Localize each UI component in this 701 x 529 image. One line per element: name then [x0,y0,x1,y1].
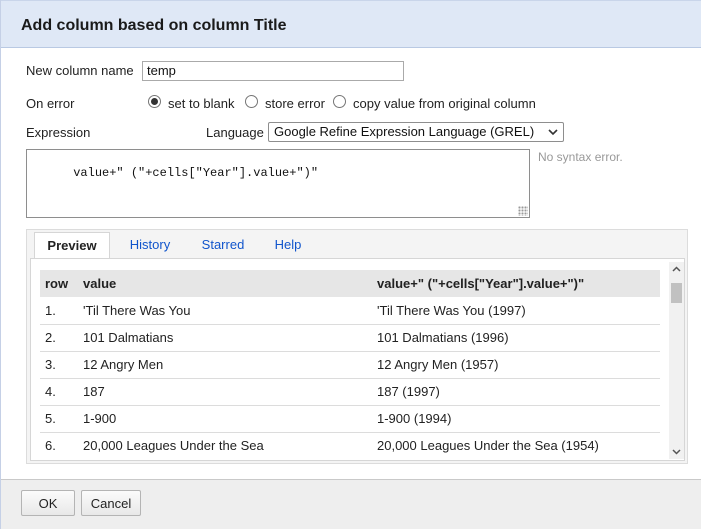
row-number: 5. [40,405,78,433]
row-number: 6. [40,432,78,459]
row-result: 'Til There Was You (1997) [372,297,660,325]
preview-table: row value value+" ("+cells["Year"].value… [40,270,660,459]
row-value: 101 Dalmatians [78,324,372,352]
cancel-button[interactable]: Cancel [81,490,141,516]
on-error-label: On error [26,96,75,111]
radio-copy-original-label[interactable]: copy value from original column [353,96,536,111]
preview-table-container: row value value+" ("+cells["Year"].value… [40,270,666,459]
row-number: 1. [40,297,78,325]
tab-history[interactable]: History [124,232,176,259]
dialog-footer: OK Cancel [1,479,701,529]
tab-starred[interactable]: Starred [197,232,249,259]
row-value: 12 Angry Men [78,351,372,379]
row-result: 187 (1997) [372,378,660,406]
row-result: 12 Angry Men (1957) [372,351,660,379]
radio-store-error[interactable] [245,95,258,108]
row-value: 'Til There Was You [78,297,372,325]
row-number: 3. [40,351,78,379]
preview-tab-content: row value value+" ("+cells["Year"].value… [30,258,685,461]
expression-text: value+" ("+cells["Year"].value+")" [73,166,319,180]
table-row: 6. 20,000 Leagues Under the Sea 20,000 L… [40,432,660,459]
language-label: Language [206,125,264,140]
column-header-value: value [78,270,372,297]
chevron-down-icon[interactable] [672,447,681,456]
scrollbar-thumb[interactable] [671,283,682,303]
dialog-header: Add column based on column Title [1,0,701,48]
radio-set-to-blank[interactable] [148,95,161,108]
radio-copy-original[interactable] [333,95,346,108]
expression-textarea[interactable]: value+" ("+cells["Year"].value+")" [26,149,530,218]
table-row: 2. 101 Dalmatians 101 Dalmatians (1996) [40,324,660,352]
row-result: 1-900 (1994) [372,405,660,433]
expression-label: Expression [26,125,91,140]
tab-preview[interactable]: Preview [34,232,110,259]
chevron-up-icon[interactable] [672,265,681,274]
row-result: 101 Dalmatians (1996) [372,324,660,352]
column-header-row: row [40,270,78,297]
radio-set-to-blank-label[interactable]: set to blank [168,96,235,111]
row-value: 1-900 [78,405,372,433]
language-select[interactable]: Google Refine Expression Language (GREL) [268,122,564,142]
new-column-name-input[interactable]: temp [142,61,404,81]
resize-grip-icon[interactable] [518,206,528,216]
row-value: 187 [78,378,372,406]
syntax-status: No syntax error. [538,150,623,164]
add-column-dialog: Add column based on column Title New col… [0,0,701,529]
preview-header-row: row value value+" ("+cells["Year"].value… [40,270,660,297]
language-select-value: Google Refine Expression Language (GREL) [274,124,535,139]
table-row: 1. 'Til There Was You 'Til There Was You… [40,297,660,325]
new-column-name-label: New column name [26,63,134,78]
table-row: 4. 187 187 (1997) [40,378,660,406]
chevron-down-icon [548,129,558,136]
column-header-expression: value+" ("+cells["Year"].value+")" [372,270,660,297]
tab-help[interactable]: Help [270,232,306,259]
expression-tabs-panel: Preview History Starred Help row value v… [26,229,688,464]
row-result: 20,000 Leagues Under the Sea (1954) [372,432,660,459]
table-row: 5. 1-900 1-900 (1994) [40,405,660,433]
preview-scrollbar[interactable] [669,262,684,459]
dialog-body: New column name temp On error set to bla… [1,48,701,479]
row-value: 20,000 Leagues Under the Sea [78,432,372,459]
table-row: 3. 12 Angry Men 12 Angry Men (1957) [40,351,660,379]
row-number: 4. [40,378,78,406]
radio-store-error-label[interactable]: store error [265,96,325,111]
dialog-title: Add column based on column Title [21,17,287,34]
row-number: 2. [40,324,78,352]
ok-button[interactable]: OK [21,490,75,516]
